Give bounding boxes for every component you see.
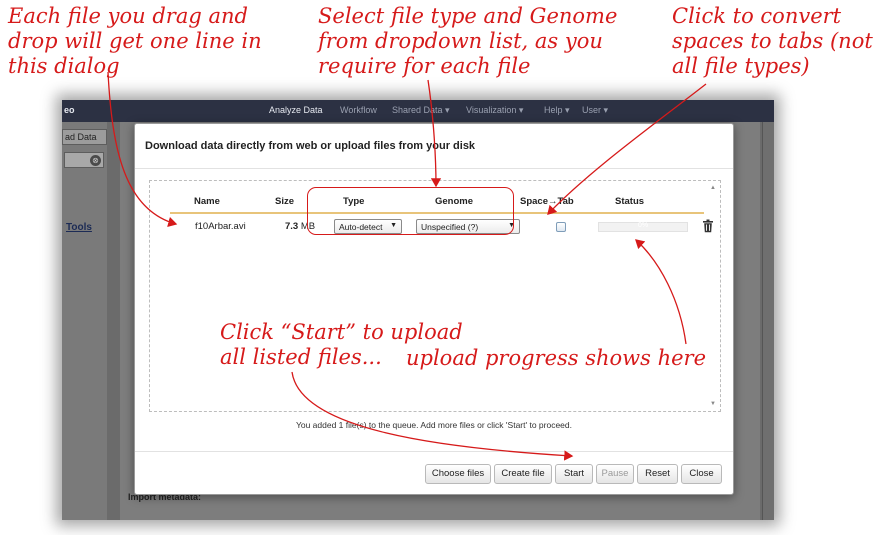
arrow-to-dropdowns <box>427 79 442 188</box>
arrow-to-start-button <box>291 371 574 461</box>
arrow-to-progress <box>635 239 687 345</box>
arrow-to-checkbox <box>547 83 707 215</box>
annotation-arrows <box>107 71 707 461</box>
arrow-to-file-row <box>107 71 178 227</box>
